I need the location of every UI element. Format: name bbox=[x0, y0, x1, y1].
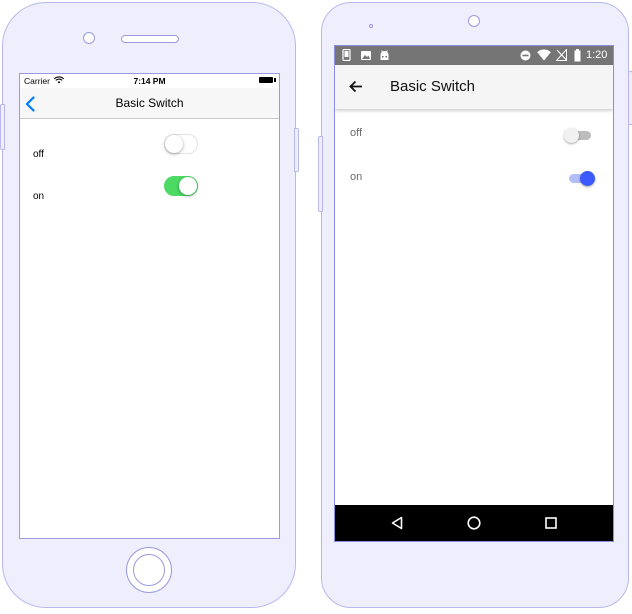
switch-off[interactable] bbox=[164, 134, 198, 154]
android-sensor bbox=[369, 24, 373, 28]
android-screen: 1:20 Basic Switch off on bbox=[334, 45, 614, 542]
home-button-ring bbox=[133, 554, 165, 586]
switch-label-on: on bbox=[33, 191, 45, 202]
arrow-left-icon[interactable] bbox=[349, 80, 363, 93]
switch-label-off: off bbox=[33, 149, 44, 160]
android-power-button bbox=[628, 71, 632, 125]
recents-square-icon[interactable] bbox=[545, 517, 557, 529]
iphone-speaker bbox=[121, 35, 179, 43]
image-notification-icon bbox=[361, 51, 371, 60]
page-title: Basic Switch bbox=[115, 96, 184, 110]
back-triangle-icon[interactable] bbox=[391, 516, 403, 530]
ios-nav-bar: Basic Switch bbox=[20, 88, 279, 119]
ios-status-bar: Carrier 7:14 PM bbox=[20, 74, 279, 88]
ios-status-time: 7:14 PM bbox=[133, 76, 166, 86]
do-not-disturb-icon bbox=[520, 50, 531, 61]
iphone-home-button[interactable] bbox=[126, 547, 172, 593]
page-title: Basic Switch bbox=[390, 78, 476, 95]
android-volume-button bbox=[318, 136, 323, 212]
switch-thumb bbox=[564, 128, 579, 143]
android-nav-bar bbox=[335, 505, 613, 541]
iphone-power-button bbox=[294, 128, 299, 172]
wifi-icon bbox=[537, 49, 551, 61]
android-toolbar: Basic Switch bbox=[335, 65, 613, 109]
ios-screen: Carrier 7:14 PM Basic Switch off on bbox=[19, 73, 280, 539]
switch-on[interactable] bbox=[164, 176, 198, 196]
switch-off[interactable] bbox=[563, 126, 593, 146]
switch-on[interactable] bbox=[567, 169, 597, 189]
home-circle-icon[interactable] bbox=[467, 516, 481, 530]
battery-icon bbox=[574, 49, 581, 62]
iphone-side-button bbox=[0, 104, 5, 150]
phone-notification-icon bbox=[342, 49, 351, 61]
signal-off-icon bbox=[556, 49, 567, 61]
switch-label-on: on bbox=[350, 171, 363, 183]
switch-thumb bbox=[580, 171, 595, 186]
battery-icon bbox=[259, 77, 273, 83]
switch-label-off: off bbox=[350, 127, 363, 139]
switch-knob bbox=[165, 135, 183, 153]
battery-tip bbox=[274, 78, 276, 82]
android-robot-icon bbox=[380, 50, 389, 60]
android-status-time: 1:20 bbox=[586, 49, 608, 61]
switch-knob bbox=[179, 177, 197, 195]
android-camera bbox=[468, 15, 480, 27]
android-status-bar: 1:20 bbox=[335, 46, 613, 65]
iphone-camera bbox=[83, 32, 95, 44]
